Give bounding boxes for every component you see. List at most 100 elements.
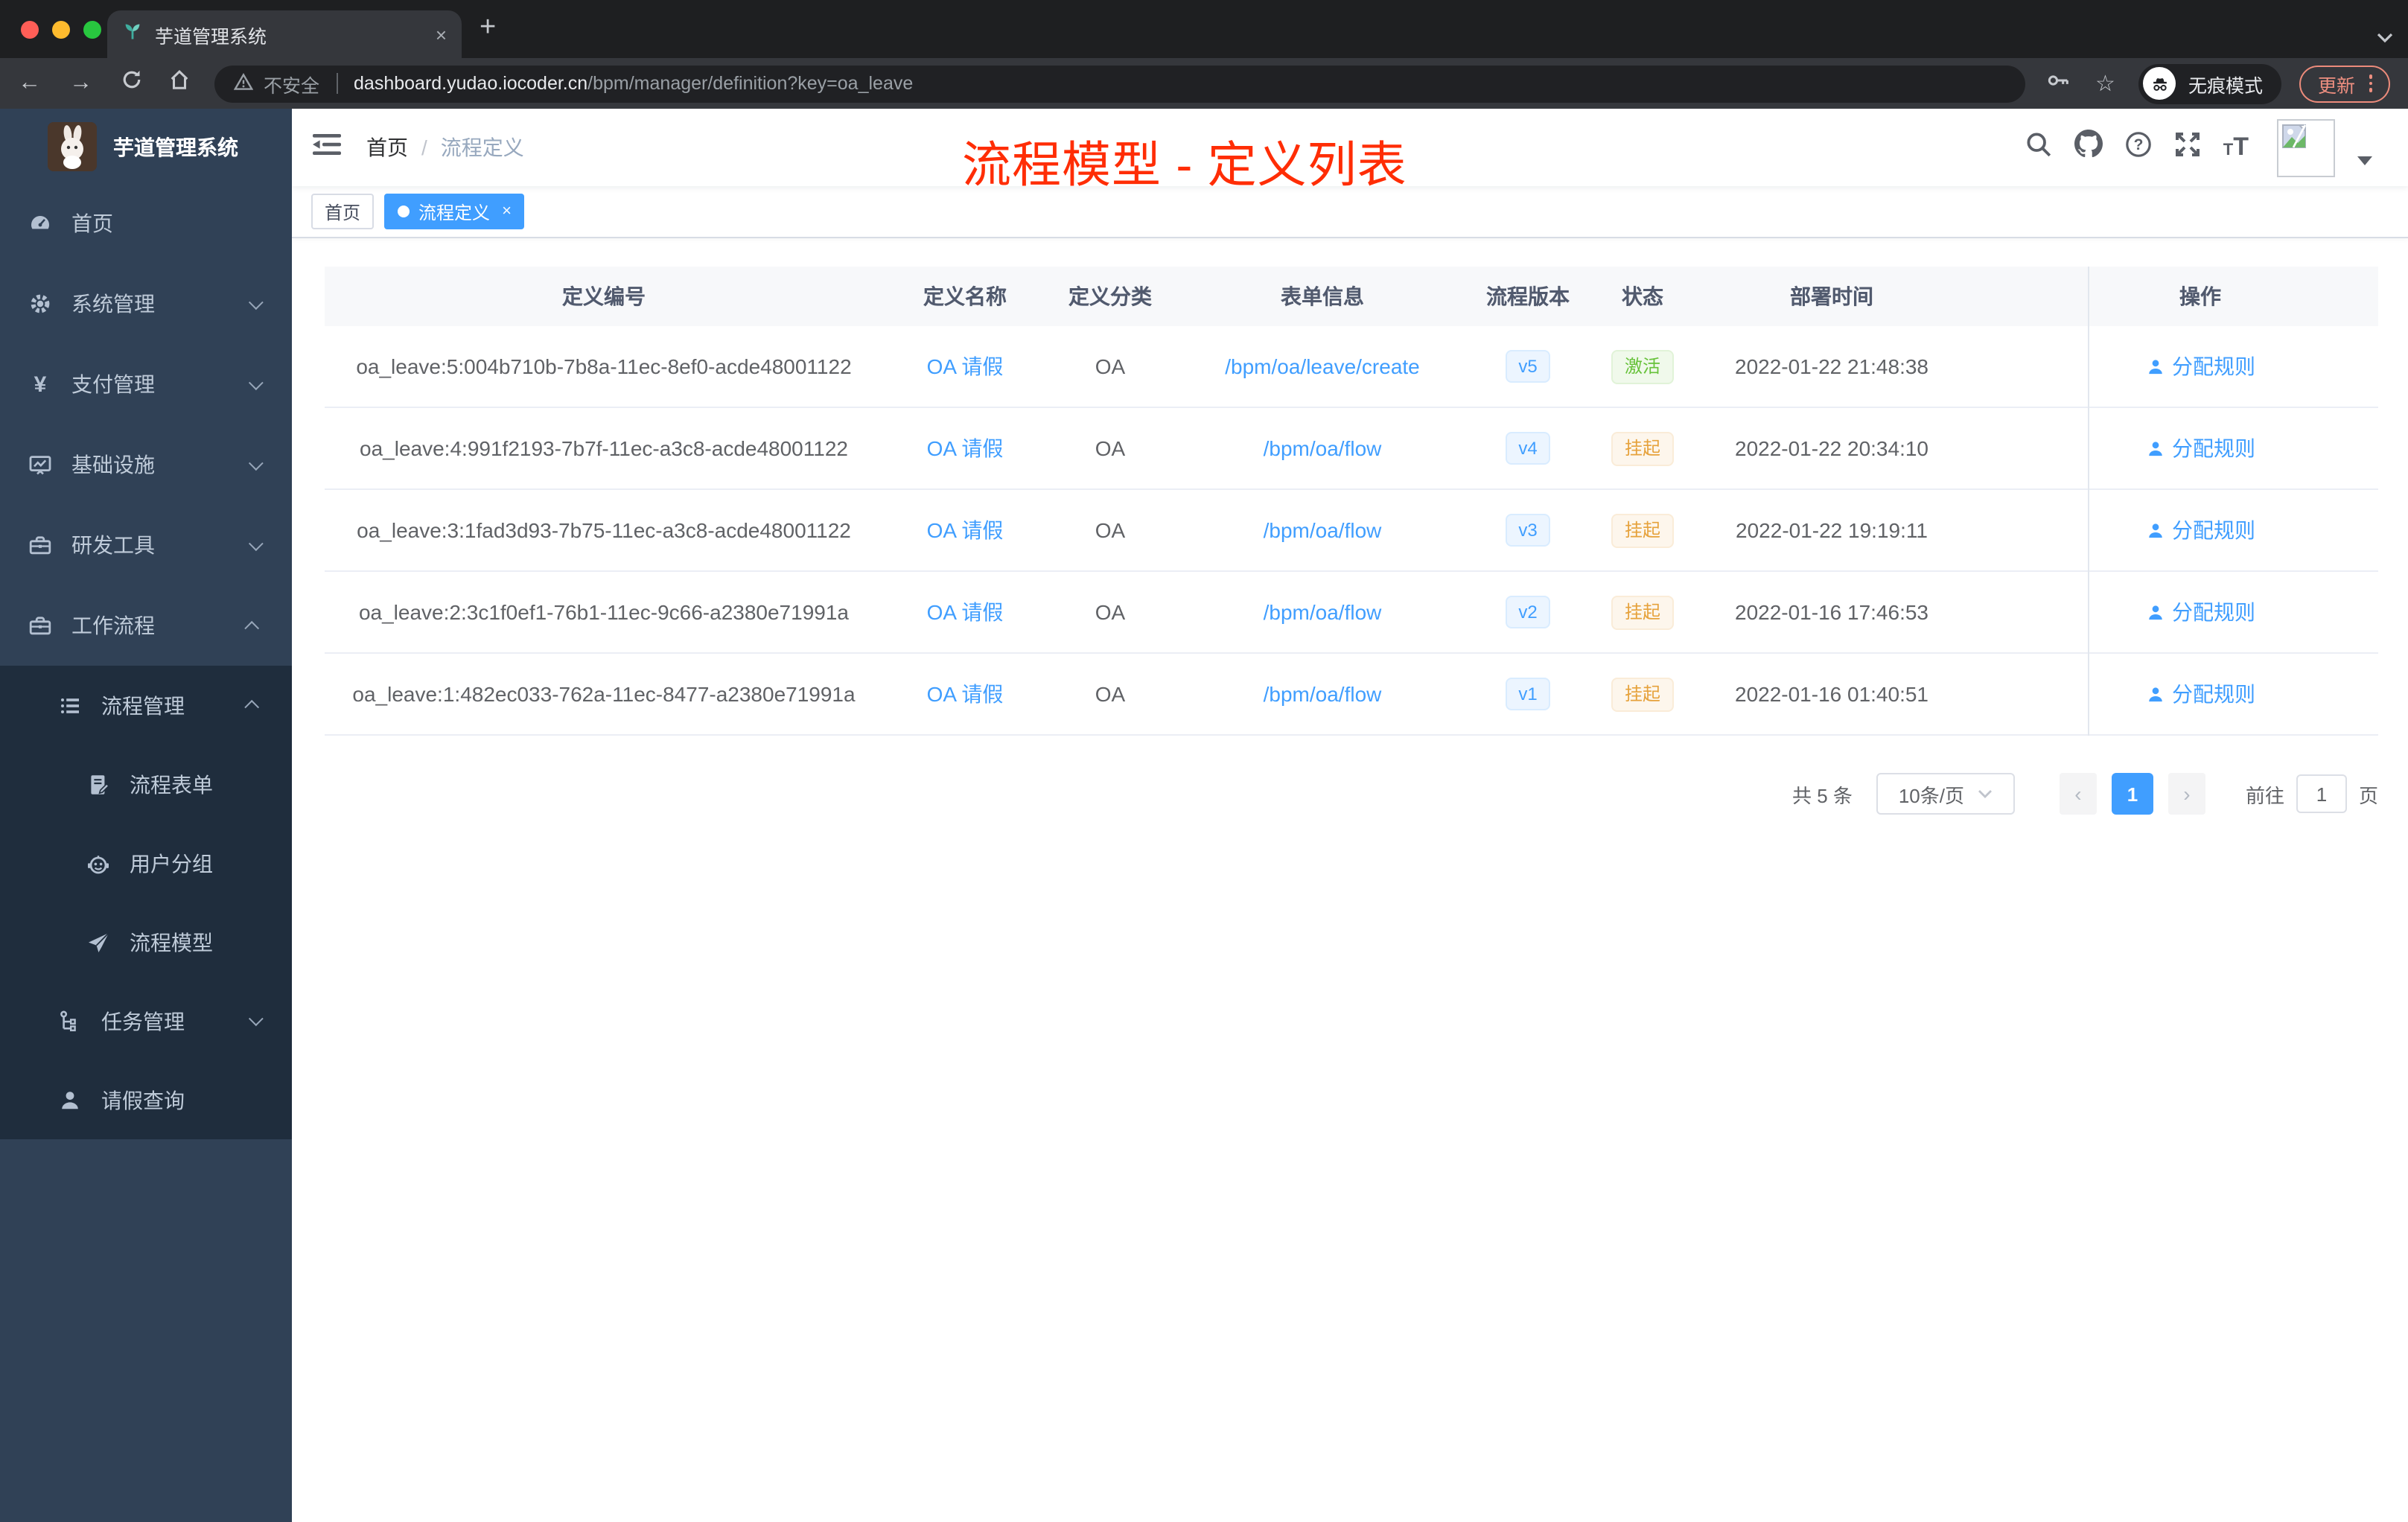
favicon-sprout-icon bbox=[122, 20, 143, 48]
avatar[interactable] bbox=[2277, 118, 2335, 176]
assign-rule-label: 分配规则 bbox=[2172, 436, 2255, 460]
maximize-window-button[interactable] bbox=[83, 21, 101, 39]
cell-definition-name-link[interactable]: OA 请假 bbox=[883, 351, 1047, 381]
sidebar-item-label: 首页 bbox=[71, 211, 113, 235]
app-title: 芋道管理系统 bbox=[113, 135, 238, 159]
browser-menu-icon[interactable] bbox=[2369, 74, 2372, 92]
table-row: oa_leave:4:991f2193-7b7f-11ec-a3c8-acde4… bbox=[325, 408, 2378, 490]
version-badge: v4 bbox=[1506, 432, 1550, 465]
assign-rule-button[interactable]: 分配规则 bbox=[2145, 351, 2255, 381]
page-size-value: 10条/页 bbox=[1898, 784, 1964, 806]
cell-form-link[interactable]: /bpm/oa/flow bbox=[1173, 682, 1471, 706]
breadcrumb-current: 流程定义 bbox=[440, 136, 524, 159]
cell-definition-name-link[interactable]: OA 请假 bbox=[883, 679, 1047, 709]
browser-tab[interactable]: 芋道管理系统 × bbox=[107, 10, 462, 58]
tag-label: 首页 bbox=[325, 202, 361, 223]
sidebar-item-home[interactable]: 首页 bbox=[0, 183, 292, 264]
sidebar-item-infrastructure[interactable]: 基础设施 bbox=[0, 424, 292, 505]
assign-rule-button[interactable]: 分配规则 bbox=[2145, 597, 2255, 627]
cell-form-link[interactable]: /bpm/oa/flow bbox=[1173, 600, 1471, 624]
version-badge: v2 bbox=[1506, 596, 1550, 628]
goto-page-input[interactable] bbox=[2296, 774, 2347, 813]
logo-rabbit-image bbox=[48, 122, 97, 171]
version-badge: v5 bbox=[1506, 350, 1550, 383]
chevron-up-icon bbox=[244, 620, 260, 635]
search-icon[interactable] bbox=[2025, 130, 2052, 165]
dashboard-icon bbox=[28, 211, 52, 235]
cell-version: v4 bbox=[1471, 432, 1584, 465]
fullscreen-icon[interactable] bbox=[2174, 130, 2201, 165]
column-header: 定义分类 bbox=[1068, 284, 1152, 308]
search-tabs-icon[interactable] bbox=[2377, 24, 2393, 51]
assign-rule-button[interactable]: 分配规则 bbox=[2145, 433, 2255, 463]
close-window-button[interactable] bbox=[21, 21, 39, 39]
cell-form-link[interactable]: /bpm/oa/leave/create bbox=[1173, 354, 1471, 378]
browser-toolbar: ← → 不安全 dashboard.yudao.iocoder.cn/bpm/m… bbox=[0, 58, 2408, 109]
browser-tabstrip: 芋道管理系统 × + bbox=[0, 0, 2408, 58]
definition-table: 定义编号 定义名称 定义分类 表单信息 流程版本 状态 部署时间 操作 oa_l… bbox=[325, 267, 2378, 736]
sidebar-item-process-model[interactable]: 流程模型 bbox=[0, 902, 292, 981]
cell-definition-name-link[interactable]: OA 请假 bbox=[883, 433, 1047, 463]
assign-rule-button[interactable]: 分配规则 bbox=[2145, 515, 2255, 545]
page-number-button[interactable]: 1 bbox=[2111, 773, 2153, 815]
sidebar-item-user-group[interactable]: 用户分组 bbox=[0, 824, 292, 902]
tab-close-icon[interactable]: × bbox=[436, 23, 447, 45]
yen-icon: ¥ bbox=[34, 372, 47, 397]
tag-process-definition[interactable]: 流程定义 × bbox=[384, 194, 525, 229]
page-size-select[interactable]: 10条/页 bbox=[1876, 773, 2015, 815]
hamburger-icon[interactable] bbox=[313, 132, 341, 163]
robot-face-icon bbox=[86, 851, 110, 875]
help-icon[interactable]: ? bbox=[2125, 130, 2152, 165]
avatar-dropdown-caret-icon[interactable] bbox=[2357, 146, 2372, 173]
chevron-down-icon bbox=[1978, 790, 1992, 798]
assign-rule-label: 分配规则 bbox=[2172, 682, 2255, 706]
sidebar-item-system[interactable]: 系统管理 bbox=[0, 264, 292, 344]
cell-definition-name-link[interactable]: OA 请假 bbox=[883, 515, 1047, 545]
sidebar-item-process-form[interactable]: 流程表单 bbox=[0, 745, 292, 824]
cell-form-link[interactable]: /bpm/oa/flow bbox=[1173, 436, 1471, 460]
breadcrumb-home[interactable]: 首页 bbox=[366, 133, 408, 162]
next-page-button[interactable]: › bbox=[2167, 773, 2205, 815]
cell-definition-name-link[interactable]: OA 请假 bbox=[883, 597, 1047, 627]
sidebar-item-payment[interactable]: ¥ 支付管理 bbox=[0, 344, 292, 424]
sidebar-item-workflow[interactable]: 工作流程 bbox=[0, 585, 292, 666]
breadcrumb-separator: / bbox=[421, 136, 427, 159]
sidebar-logo[interactable]: 芋道管理系统 bbox=[0, 109, 292, 183]
url-text[interactable]: dashboard.yudao.iocoder.cn/bpm/manager/d… bbox=[354, 73, 913, 94]
new-tab-button[interactable]: + bbox=[480, 12, 496, 45]
forward-icon[interactable]: → bbox=[69, 70, 92, 97]
page-unit-label: 页 bbox=[2358, 784, 2378, 806]
sidebar-item-leave-query[interactable]: 请假查询 bbox=[0, 1060, 292, 1139]
back-icon[interactable]: ← bbox=[18, 70, 41, 97]
chrome-update-button[interactable]: 更新 bbox=[2299, 65, 2390, 102]
font-size-icon[interactable]: TT bbox=[2223, 133, 2249, 162]
goto-label: 前往 bbox=[2245, 784, 2284, 806]
cell-status: 挂起 bbox=[1584, 431, 1701, 465]
bookmark-star-icon[interactable]: ☆ bbox=[2095, 70, 2115, 97]
password-key-icon[interactable] bbox=[2046, 68, 2071, 99]
table-row: oa_leave:5:004b710b-7b8a-11ec-8ef0-acde4… bbox=[325, 326, 2378, 408]
security-label[interactable]: 不安全 bbox=[264, 69, 319, 98]
assign-rule-button[interactable]: 分配规则 bbox=[2145, 679, 2255, 709]
reload-icon[interactable] bbox=[121, 69, 143, 98]
tag-close-icon[interactable]: × bbox=[502, 203, 512, 220]
github-icon[interactable] bbox=[2074, 130, 2103, 165]
cell-version: v2 bbox=[1471, 596, 1584, 628]
url-bar[interactable]: 不安全 dashboard.yudao.iocoder.cn/bpm/manag… bbox=[214, 65, 2026, 102]
incognito-label: 无痕模式 bbox=[2188, 75, 2263, 96]
home-icon[interactable] bbox=[168, 69, 191, 98]
sidebar-item-process-management[interactable]: 流程管理 bbox=[0, 666, 292, 745]
window-controls[interactable] bbox=[21, 21, 101, 39]
tag-home[interactable]: 首页 bbox=[311, 194, 375, 229]
total-count-label: 共 5 条 bbox=[1792, 784, 1853, 806]
version-badge: v3 bbox=[1506, 514, 1550, 547]
monitor-icon bbox=[28, 453, 52, 477]
url-separator bbox=[336, 73, 338, 94]
cell-form-link[interactable]: /bpm/oa/flow bbox=[1173, 518, 1471, 542]
prev-page-button[interactable]: ‹ bbox=[2059, 773, 2097, 815]
cell-category: OA bbox=[1095, 600, 1126, 624]
minimize-window-button[interactable] bbox=[52, 21, 70, 39]
sidebar-item-devtools[interactable]: 研发工具 bbox=[0, 505, 292, 585]
sidebar-item-task-management[interactable]: 任务管理 bbox=[0, 981, 292, 1060]
security-warning-icon[interactable] bbox=[233, 72, 254, 95]
